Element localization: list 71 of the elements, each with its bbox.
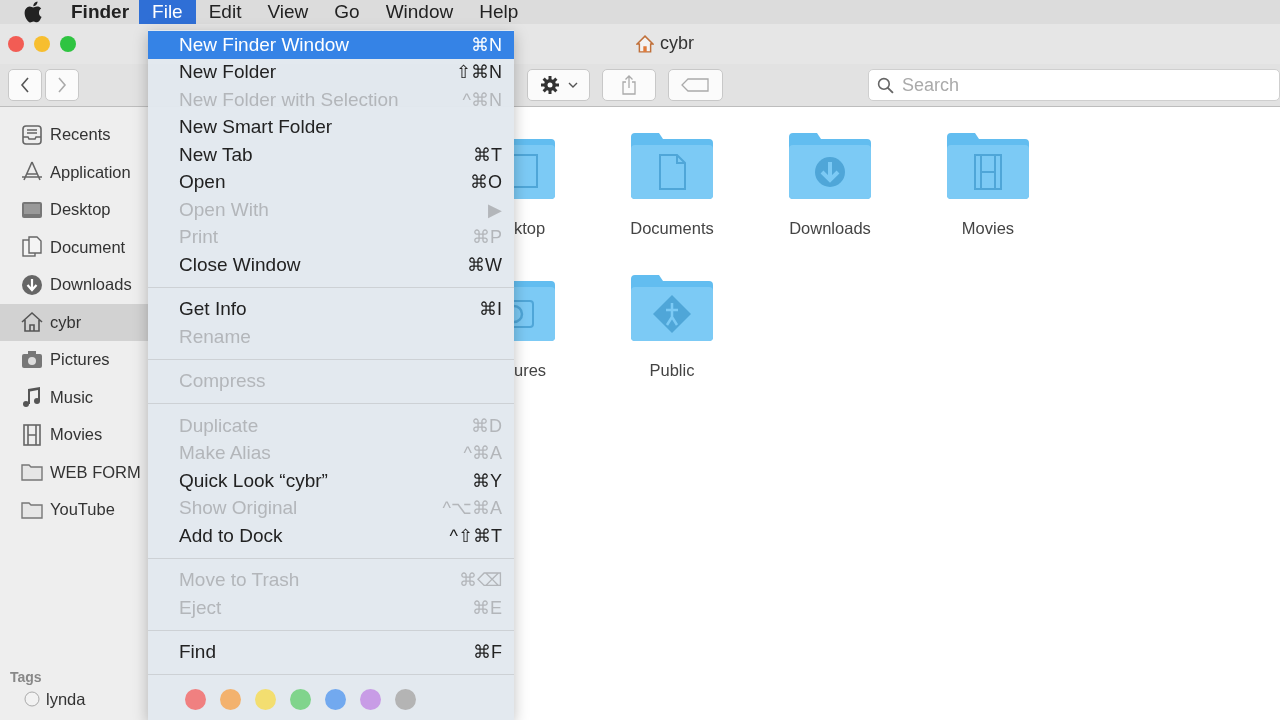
search-icon (877, 77, 894, 94)
folder-name: Public (649, 361, 695, 381)
tag-color-dot[interactable] (395, 689, 416, 710)
sidebar-item[interactable]: Desktop (0, 191, 148, 229)
share-icon (621, 75, 637, 95)
menu-item[interactable]: New Smart Folder (148, 113, 514, 141)
forward-button[interactable] (45, 69, 79, 101)
menu-item[interactable]: Add to Dock ^⇧⌘T (148, 522, 514, 550)
tag-button[interactable] (668, 69, 723, 101)
tag-color-dot[interactable] (325, 689, 346, 710)
sidebar-item[interactable]: Movies (0, 416, 148, 454)
menu-bar-item[interactable]: Help (466, 0, 532, 24)
menu-bar-item[interactable]: Edit (195, 0, 255, 24)
share-button[interactable] (602, 69, 656, 101)
menu-item[interactable]: Quick Look “cybr” ⌘Y (148, 467, 514, 495)
download-icon (20, 272, 44, 297)
caret-icon (567, 82, 578, 88)
tag-color-dot[interactable] (290, 689, 311, 710)
chevron-right-icon (57, 77, 67, 93)
house-icon (20, 310, 44, 335)
minimize-button[interactable] (34, 36, 50, 52)
menu-item[interactable]: Find ⌘F (148, 638, 514, 666)
tag-color-dot[interactable] (255, 689, 276, 710)
folder-name: Downloads (789, 219, 871, 239)
sidebar-item[interactable]: Pictures (0, 341, 148, 379)
folder-icon[interactable] (629, 273, 715, 343)
menu-bar-item[interactable]: Go (321, 0, 373, 24)
menu-item[interactable]: Get Info ⌘I (148, 295, 514, 323)
folder-icon[interactable] (629, 131, 715, 201)
tray-icon (20, 122, 44, 147)
sidebar-item[interactable]: YouTube (0, 491, 148, 529)
folder-icon[interactable] (945, 131, 1031, 201)
menu-bar-item[interactable]: File (139, 0, 196, 24)
tag-color-dot[interactable] (220, 689, 241, 710)
document-icon (20, 235, 44, 260)
folder-name: Movies (961, 219, 1015, 239)
back-button[interactable] (8, 69, 42, 101)
close-button[interactable] (8, 36, 24, 52)
tag-color-dot[interactable] (185, 689, 206, 710)
folder-name: ktop (514, 219, 546, 239)
folder-name: ures (514, 361, 547, 381)
tag-color-dot[interactable] (360, 689, 381, 710)
menu-item[interactable]: New Finder Window ⌘N (148, 31, 514, 59)
search-field[interactable]: Search (868, 69, 1280, 101)
app-menu[interactable]: Finder (71, 1, 130, 23)
film-icon (20, 422, 44, 447)
sidebar-item[interactable]: cybr (0, 303, 148, 341)
sidebar-item[interactable]: WEB FORM (0, 453, 148, 491)
menu-bar-item[interactable]: Window (372, 0, 467, 24)
folder-name: Documents (630, 219, 714, 239)
sidebar-item[interactable]: Application (0, 153, 148, 191)
sidebar-item[interactable]: Downloads (0, 266, 148, 304)
menu-bar-item[interactable]: View (254, 0, 322, 24)
zoom-button[interactable] (60, 36, 76, 52)
circle-icon (24, 691, 40, 708)
menu-item[interactable]: Close Window ⌘W (148, 251, 514, 279)
folder-icon[interactable] (787, 131, 873, 201)
gear-icon (539, 75, 560, 95)
sidebar-item[interactable]: Recents (0, 116, 148, 154)
apple-icon[interactable] (23, 1, 43, 23)
menu-item[interactable]: New Tab ⌘T (148, 141, 514, 169)
sidebar-item[interactable]: Music (0, 378, 148, 416)
tag-icon (680, 77, 711, 93)
sidebar-item[interactable]: Document (0, 228, 148, 266)
menu-item[interactable]: Open ⌘O (148, 168, 514, 196)
menu-item[interactable]: New Folder ⇧⌘N (148, 58, 514, 86)
section-heading: Tags (9, 668, 43, 685)
home-icon (636, 34, 654, 53)
window-title: cybr (660, 33, 694, 54)
action-menu-button[interactable] (527, 69, 590, 101)
chevron-left-icon (20, 77, 30, 93)
